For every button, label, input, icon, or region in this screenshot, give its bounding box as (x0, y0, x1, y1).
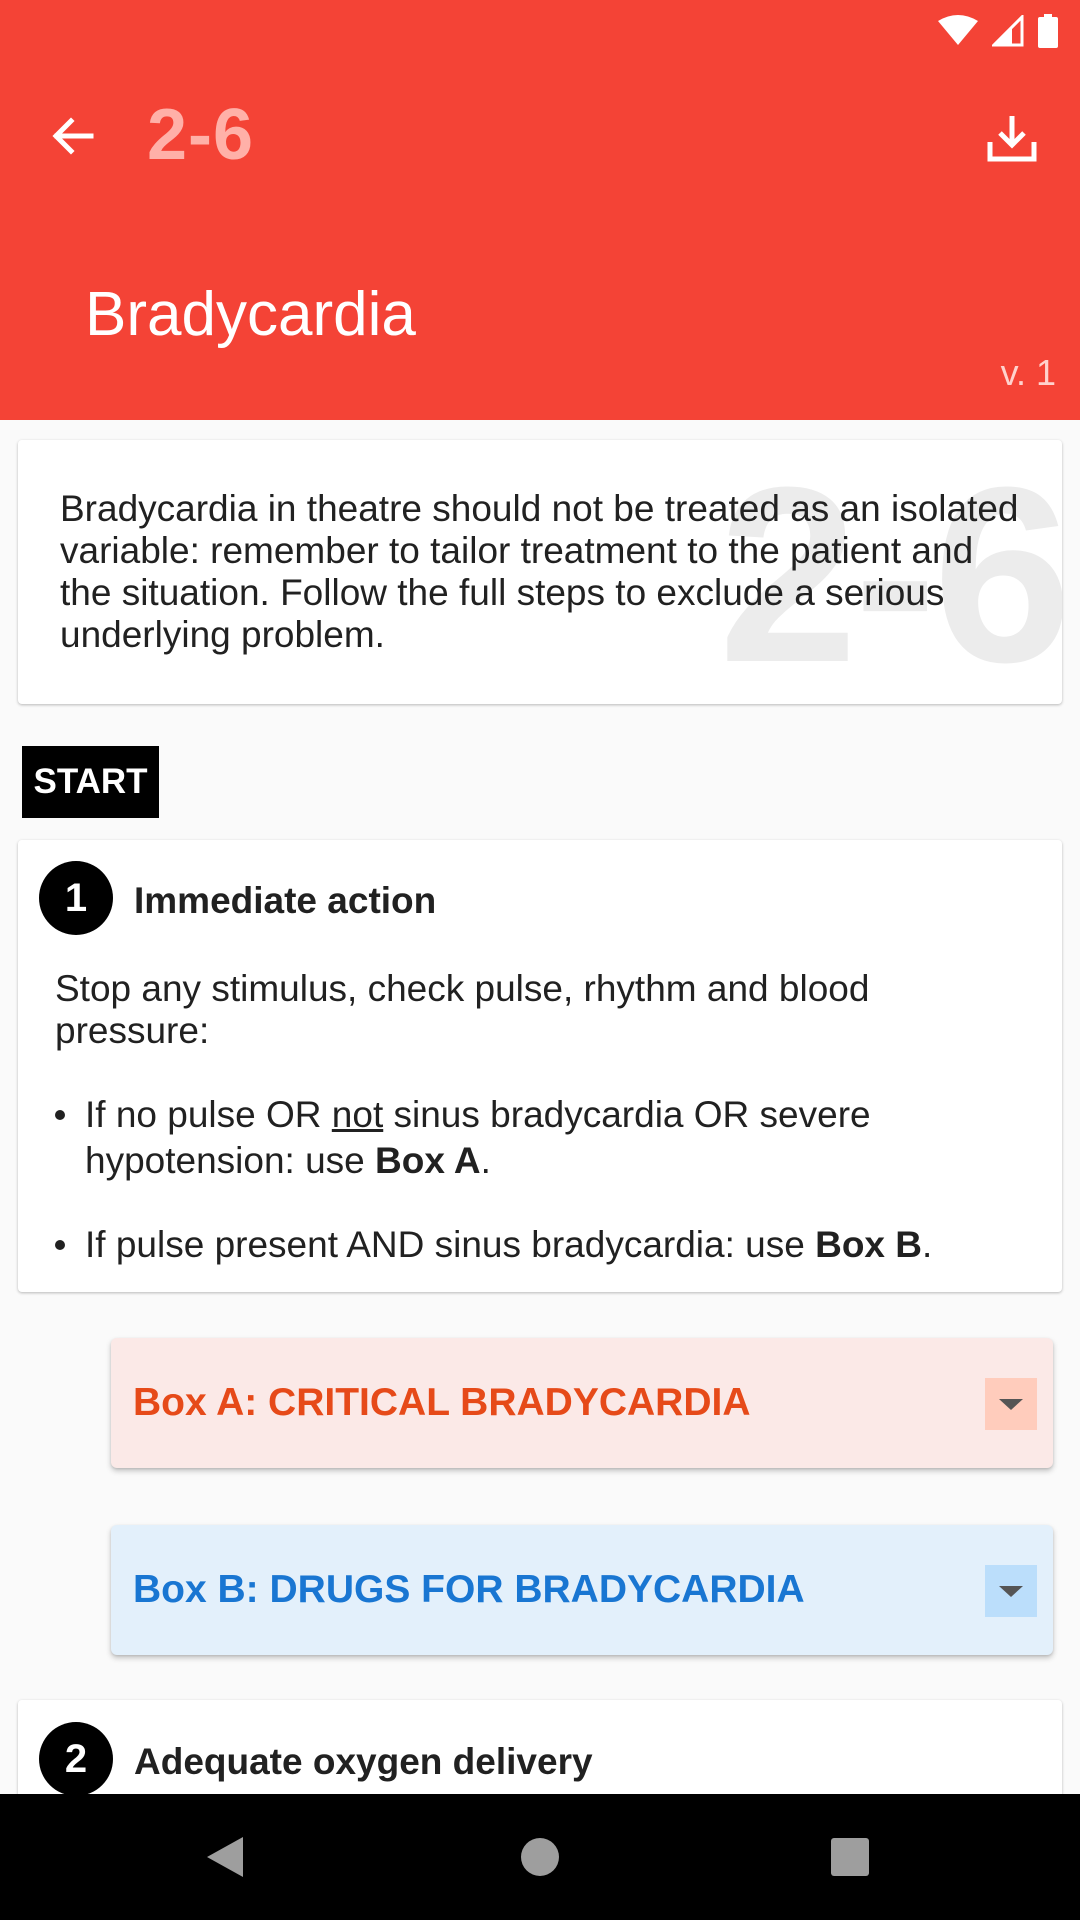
box-a-expandable[interactable]: Box A: CRITICAL BRADYCARDIA (111, 1338, 1053, 1468)
step-title: Immediate action (134, 880, 437, 921)
start-label: START (22, 746, 159, 818)
system-nav-bar (0, 1794, 1080, 1920)
box-b-title: Box B: DRUGS FOR BRADYCARDIA (133, 1568, 805, 1611)
bullet-text: If pulse present AND sinus bradycardia: … (85, 1224, 816, 1265)
arrow-left-icon (52, 117, 94, 155)
step-title: Adequate oxygen delivery (134, 1741, 593, 1782)
version-label: v. 1 (1000, 352, 1056, 393)
app-header: 2-6 Bradycardia v. 1 (0, 0, 1080, 420)
step-number: 1 (39, 861, 113, 935)
nav-back-icon (207, 1837, 243, 1877)
expand-toggle-button[interactable] (985, 1565, 1037, 1617)
nav-recents-button[interactable] (817, 1824, 883, 1890)
step-card-2: 2 Adequate oxygen delivery (18, 1700, 1062, 1800)
bullet-dot (55, 1240, 65, 1250)
download-icon (987, 116, 1037, 162)
download-button[interactable] (980, 106, 1044, 170)
box-reference: Box A (375, 1140, 481, 1181)
intro-text: Bradycardia in theatre should not be tre… (60, 488, 1019, 655)
page-title: Bradycardia (85, 280, 416, 349)
chevron-down-icon (999, 1398, 1023, 1410)
box-a-title: Box A: CRITICAL BRADYCARDIA (133, 1381, 751, 1424)
bullet-item: If pulse present AND sinus bradycardia: … (55, 1222, 1025, 1268)
nav-home-icon (521, 1838, 559, 1876)
step-card-1: 1 Immediate action Stop any stimulus, ch… (18, 840, 1062, 1292)
nav-recents-icon (831, 1838, 869, 1876)
signal-icon (992, 15, 1024, 47)
step-description: Stop any stimulus, check pulse, rhythm a… (55, 968, 870, 1051)
nav-home-button[interactable] (507, 1824, 573, 1890)
back-button[interactable] (44, 108, 100, 164)
chevron-down-icon (999, 1585, 1023, 1597)
bullet-end: . (480, 1140, 491, 1181)
box-reference: Box B (815, 1224, 923, 1265)
bullet-dot (55, 1110, 65, 1120)
bullet-end: . (922, 1224, 933, 1265)
status-bar (938, 14, 1058, 48)
step-number: 2 (39, 1722, 113, 1796)
intro-card: 2-6 Bradycardia in theatre should not be… (18, 440, 1062, 704)
protocol-code: 2-6 (147, 95, 255, 175)
expand-toggle-button[interactable] (985, 1378, 1037, 1430)
bullet-underlined: not (331, 1094, 384, 1135)
wifi-icon (938, 15, 978, 45)
bullet-item: If no pulse OR not sinus bradycardia OR … (55, 1092, 1025, 1184)
bullet-text: If no pulse OR (85, 1094, 332, 1135)
nav-back-button[interactable] (192, 1824, 258, 1890)
box-b-expandable[interactable]: Box B: DRUGS FOR BRADYCARDIA (111, 1525, 1053, 1655)
battery-icon (1038, 14, 1058, 48)
